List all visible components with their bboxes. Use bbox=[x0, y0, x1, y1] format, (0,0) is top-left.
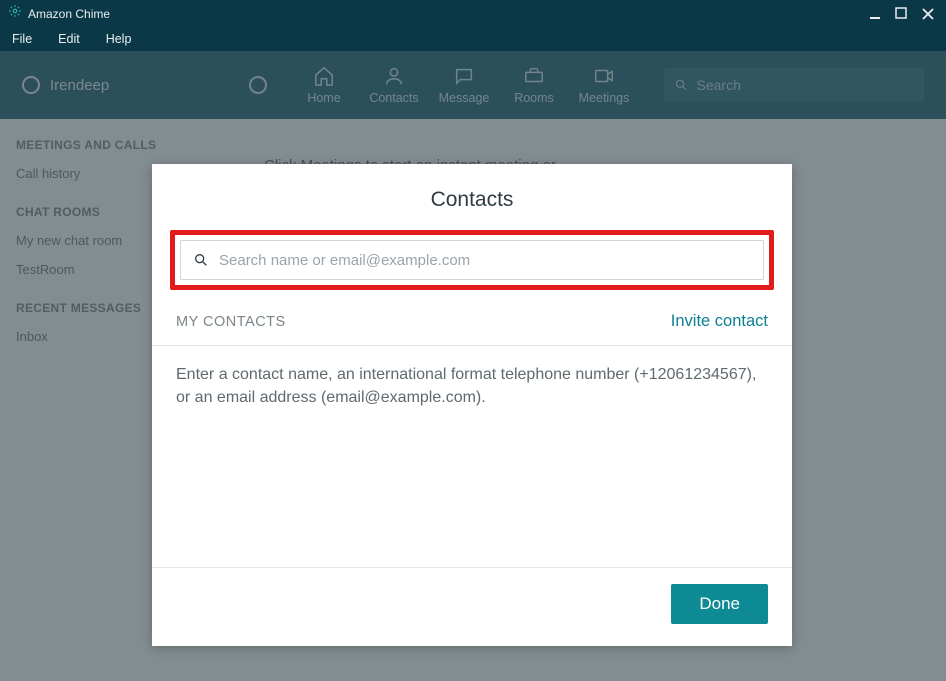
maximize-button[interactable] bbox=[892, 5, 912, 23]
done-button[interactable]: Done bbox=[671, 584, 768, 624]
minimize-button[interactable] bbox=[866, 5, 886, 23]
menu-edit[interactable]: Edit bbox=[58, 32, 80, 46]
close-button[interactable] bbox=[918, 5, 938, 23]
contact-search-input[interactable] bbox=[219, 252, 751, 269]
menubar: File Edit Help bbox=[0, 27, 946, 51]
search-highlight-border bbox=[170, 230, 774, 290]
my-contacts-label: MY CONTACTS bbox=[176, 314, 286, 330]
invite-contact-link[interactable]: Invite contact bbox=[671, 312, 768, 331]
menu-file[interactable]: File bbox=[12, 32, 32, 46]
modal-footer: Done bbox=[152, 567, 792, 646]
app-logo-icon bbox=[8, 4, 22, 23]
contacts-help-text: Enter a contact name, an international f… bbox=[152, 346, 792, 427]
modal-title: Contacts bbox=[152, 164, 792, 230]
app-title: Amazon Chime bbox=[28, 7, 110, 21]
contact-search-field[interactable] bbox=[180, 240, 764, 280]
search-icon bbox=[193, 252, 209, 268]
contacts-header: MY CONTACTS Invite contact bbox=[152, 290, 792, 346]
app-body: Irendeep Home Contacts Message Rooms bbox=[0, 51, 946, 681]
titlebar: Amazon Chime bbox=[0, 0, 946, 27]
contacts-modal: Contacts MY CONTACTS Invite contact Ente… bbox=[152, 164, 792, 646]
menu-help[interactable]: Help bbox=[106, 32, 132, 46]
